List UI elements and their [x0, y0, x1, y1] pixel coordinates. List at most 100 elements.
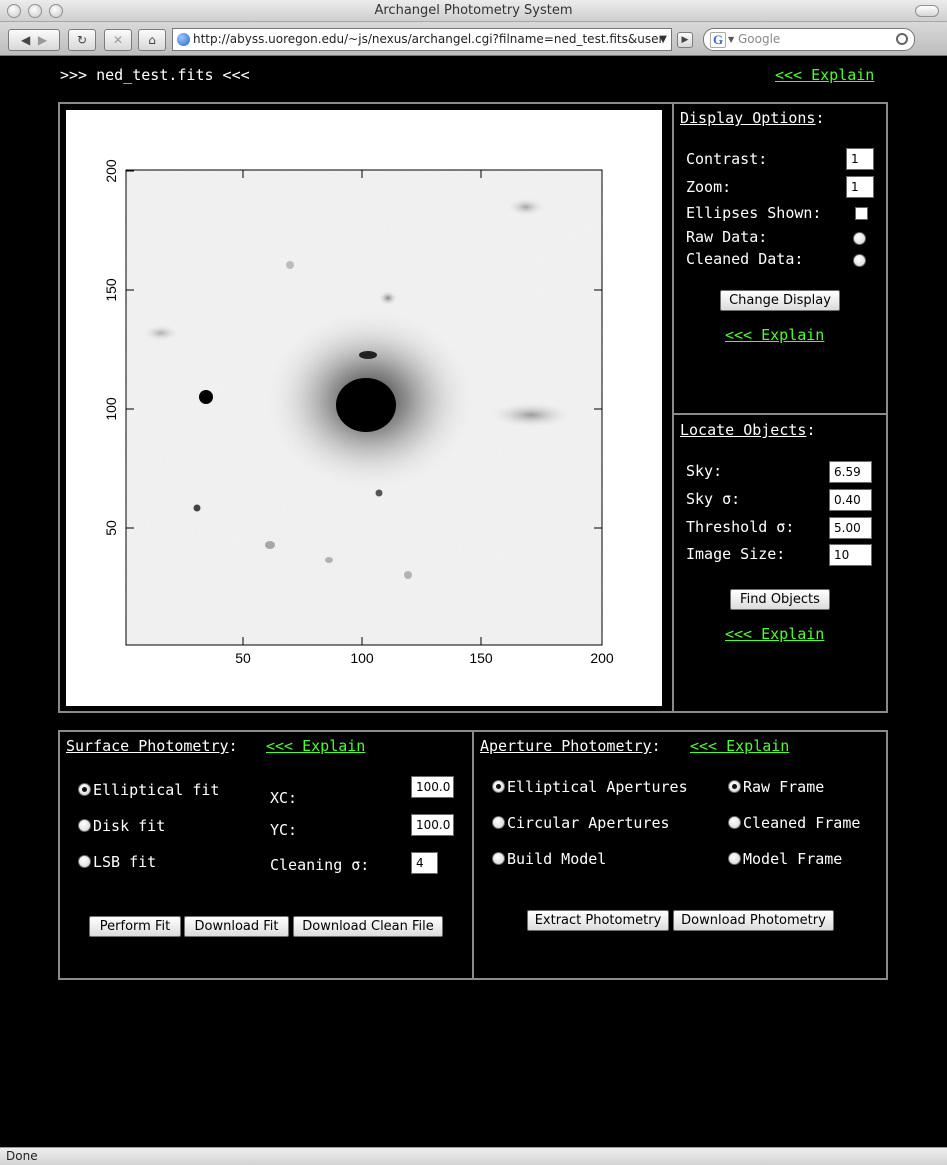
stop-icon: ✕ — [112, 33, 124, 47]
image-size-label: Image Size: — [686, 545, 786, 563]
image-size-input[interactable]: 10 — [829, 544, 872, 566]
window-titlebar: Archangel Photometry System — [0, 0, 947, 22]
cleaned-frame-radio[interactable] — [728, 816, 741, 829]
browser-toolbar: ◀ ▶ ↻ ✕ ⌂ http://abyss.uoregon.edu/~js/n… — [0, 22, 947, 56]
x-tick-label: 150 — [469, 650, 493, 666]
threshold-sigma-input[interactable]: 5.00 — [829, 517, 872, 539]
x-tick-label: 100 — [350, 650, 374, 666]
back-arrow-icon[interactable]: ◀ — [21, 33, 30, 47]
google-logo-icon: G — [710, 32, 726, 48]
zoom-label: Zoom: — [686, 178, 732, 196]
lsb-fit-label: LSB fit — [93, 853, 157, 871]
reload-button[interactable]: ↻ — [68, 29, 96, 51]
forward-arrow-icon[interactable]: ▶ — [38, 33, 47, 47]
xc-input[interactable]: 100.0 — [411, 776, 454, 798]
image-plot[interactable]: 50 100 150 200 50 100 150 200 — [66, 110, 662, 706]
yc-label: YC: — [270, 821, 298, 839]
find-objects-button[interactable]: Find Objects — [730, 589, 830, 610]
download-photometry-button[interactable]: Download Photometry — [673, 910, 834, 931]
globe-icon — [177, 33, 190, 46]
lsb-fit-radio[interactable] — [78, 855, 91, 868]
raw-data-label: Raw Data: — [686, 228, 768, 246]
frame-divider — [472, 731, 474, 979]
sky-sigma-label: Sky σ: — [686, 490, 741, 508]
url-text: http://abyss.uoregon.edu/~js/nexus/archa… — [193, 32, 664, 46]
url-dropdown-icon[interactable]: ▼ — [659, 29, 667, 50]
elliptical-apertures-radio[interactable] — [492, 780, 505, 793]
home-icon: ⌂ — [148, 33, 156, 47]
build-model-label: Build Model — [507, 850, 607, 868]
go-button[interactable]: ▶ — [677, 32, 693, 48]
aperture-photometry-title: Aperture Photometry: — [480, 737, 661, 755]
search-placeholder: Google — [738, 32, 781, 46]
contrast-label: Contrast: — [686, 150, 768, 168]
status-text: Done — [6, 1149, 38, 1163]
display-options-explain-link[interactable]: <<< Explain — [725, 326, 824, 344]
xc-label: XC: — [270, 789, 298, 807]
fits-image[interactable]: 50 100 150 200 50 100 150 200 — [66, 110, 662, 706]
cleaned-data-radio[interactable] — [853, 254, 866, 267]
sky-input[interactable]: 6.59 — [829, 461, 872, 483]
model-frame-label: Model Frame — [743, 850, 843, 868]
raw-data-radio[interactable] — [853, 232, 866, 245]
x-tick-label: 200 — [590, 650, 614, 666]
y-tick-label: 50 — [103, 520, 119, 536]
circular-apertures-label: Circular Apertures — [507, 814, 670, 832]
display-options-title: Display Options: — [680, 109, 825, 127]
y-tick-label: 200 — [103, 159, 119, 183]
cleaned-frame-label: Cleaned Frame — [743, 814, 861, 832]
zoom-input[interactable]: 1 — [846, 176, 874, 198]
elliptical-fit-label: Elliptical fit — [93, 781, 220, 799]
zoom-window-icon[interactable] — [49, 4, 63, 18]
close-window-icon[interactable] — [7, 4, 21, 18]
surface-photometry-explain-link[interactable]: <<< Explain — [266, 737, 365, 755]
elliptical-apertures-label: Elliptical Apertures — [507, 778, 688, 796]
y-tick-label: 100 — [103, 397, 119, 421]
minimize-window-icon[interactable] — [28, 4, 42, 18]
contrast-input[interactable]: 1 — [846, 148, 874, 170]
frame-divider — [672, 103, 674, 712]
build-model-radio[interactable] — [492, 852, 505, 865]
reload-icon: ↻ — [76, 33, 88, 47]
download-clean-file-button[interactable]: Download Clean File — [293, 916, 443, 937]
header-explain-link[interactable]: <<< Explain — [775, 66, 874, 84]
y-tick-label: 150 — [103, 278, 119, 302]
disk-fit-label: Disk fit — [93, 817, 166, 835]
locate-objects-title: Locate Objects: — [680, 421, 816, 439]
toolbar-toggle-icon[interactable] — [915, 5, 939, 17]
search-input[interactable]: G ▼ Google — [703, 28, 915, 51]
sky-label: Sky: — [686, 462, 723, 480]
x-tick-label: 50 — [235, 650, 251, 666]
home-button[interactable]: ⌂ — [138, 29, 166, 51]
status-bar: Done — [0, 1147, 947, 1165]
surface-photometry-title: Surface Photometry: — [66, 737, 238, 755]
aperture-photometry-explain-link[interactable]: <<< Explain — [690, 737, 789, 755]
disk-fit-radio[interactable] — [78, 819, 91, 832]
ellipses-shown-checkbox[interactable] — [855, 207, 868, 220]
download-fit-button[interactable]: Download Fit — [184, 916, 289, 937]
ellipses-shown-label: Ellipses Shown: — [686, 204, 822, 222]
stop-button[interactable]: ✕ — [104, 29, 132, 51]
cleaning-sigma-label: Cleaning σ: — [270, 856, 370, 874]
go-arrow-icon: ▶ — [681, 35, 689, 45]
threshold-sigma-label: Threshold σ: — [686, 518, 795, 536]
frame-divider — [673, 413, 887, 415]
sky-sigma-input[interactable]: 0.40 — [829, 489, 872, 511]
cleaned-data-label: Cleaned Data: — [686, 250, 804, 268]
change-display-button[interactable]: Change Display — [720, 290, 840, 311]
elliptical-fit-radio[interactable] — [78, 783, 91, 796]
raw-frame-radio[interactable] — [728, 780, 741, 793]
extract-photometry-button[interactable]: Extract Photometry — [527, 910, 669, 931]
url-bar[interactable]: http://abyss.uoregon.edu/~js/nexus/archa… — [172, 28, 672, 51]
raw-frame-label: Raw Frame — [743, 778, 825, 796]
cleaning-sigma-input[interactable]: 4 — [411, 852, 438, 874]
yc-input[interactable]: 100.0 — [411, 814, 454, 836]
locate-objects-explain-link[interactable]: <<< Explain — [725, 625, 824, 643]
circular-apertures-radio[interactable] — [492, 816, 505, 829]
perform-fit-button[interactable]: Perform Fit — [89, 916, 181, 937]
file-name-heading: >>> ned_test.fits <<< — [60, 66, 250, 84]
back-forward-buttons[interactable]: ◀ ▶ — [8, 29, 60, 51]
search-engine-dropdown-icon[interactable]: ▼ — [728, 29, 734, 50]
search-icon[interactable] — [896, 33, 908, 45]
model-frame-radio[interactable] — [728, 852, 741, 865]
